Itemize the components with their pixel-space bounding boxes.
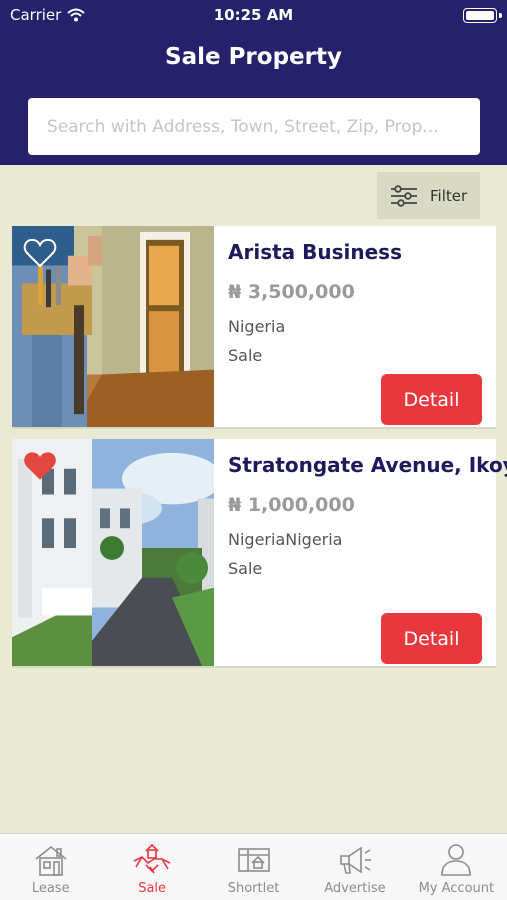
search-input[interactable] [47, 116, 461, 137]
property-price: ₦ 3,500,000 [228, 281, 355, 303]
map-house-icon [237, 848, 270, 872]
app-header: Carrier 10:25 AM Sale Property [0, 0, 507, 165]
search-box[interactable] [28, 98, 480, 155]
property-price: ₦ 1,000,000 [228, 494, 355, 516]
tab-label: My Account [418, 881, 495, 896]
property-info: Arista Business ₦ 3,500,000 Nigeria Sale [228, 240, 490, 365]
tab-sale[interactable]: Sale [101, 834, 202, 900]
status-bar: Carrier 10:25 AM [0, 0, 507, 30]
sliders-icon [391, 184, 417, 207]
tab-label: Lease [31, 881, 70, 896]
battery-icon [463, 8, 497, 23]
heart-filled-icon [24, 452, 56, 480]
page-title: Sale Property [165, 44, 342, 70]
tab-my-account[interactable]: My Account [406, 834, 507, 900]
property-type: Sale [228, 559, 263, 578]
property-location: NigeriaNigeria [228, 530, 343, 549]
property-photo [12, 226, 214, 427]
favorite-toggle[interactable] [23, 450, 57, 482]
filter-label: Filter [430, 186, 468, 205]
tab-label: Advertise [324, 881, 386, 896]
property-type: Sale [228, 346, 263, 365]
status-time: 10:25 AM [213, 6, 294, 24]
tab-bar: Lease Sale Shortlet Advertise My Account [0, 833, 507, 900]
handshake-icon [133, 843, 171, 874]
tab-advertise[interactable]: Advertise [304, 834, 405, 900]
person-icon [441, 844, 472, 876]
property-name: Arista Business [228, 240, 402, 264]
megaphone-icon [340, 846, 371, 874]
property-location: Nigeria [228, 317, 286, 336]
tab-label: Sale [138, 881, 167, 896]
property-info: Stratongate Avenue, Ikoyi ₦ 1,000,000 Ni… [228, 453, 507, 578]
battery-tip [499, 13, 502, 18]
filter-button[interactable]: Filter [377, 172, 480, 219]
house-icon [35, 845, 67, 876]
detail-button[interactable]: Detail [381, 374, 482, 425]
detail-button[interactable]: Detail [381, 613, 482, 664]
tab-shortlet[interactable]: Shortlet [203, 834, 304, 900]
heart-outline-icon [23, 238, 57, 268]
tab-label: Shortlet [227, 881, 280, 896]
property-card[interactable]: Stratongate Avenue, Ikoyi ₦ 1,000,000 Ni… [12, 439, 507, 668]
property-photo [12, 439, 214, 666]
tab-lease[interactable]: Lease [0, 834, 101, 900]
property-name: Stratongate Avenue, Ikoyi [228, 453, 507, 477]
property-card[interactable]: Arista Business ₦ 3,500,000 Nigeria Sale… [12, 226, 496, 429]
favorite-toggle[interactable] [23, 237, 57, 269]
